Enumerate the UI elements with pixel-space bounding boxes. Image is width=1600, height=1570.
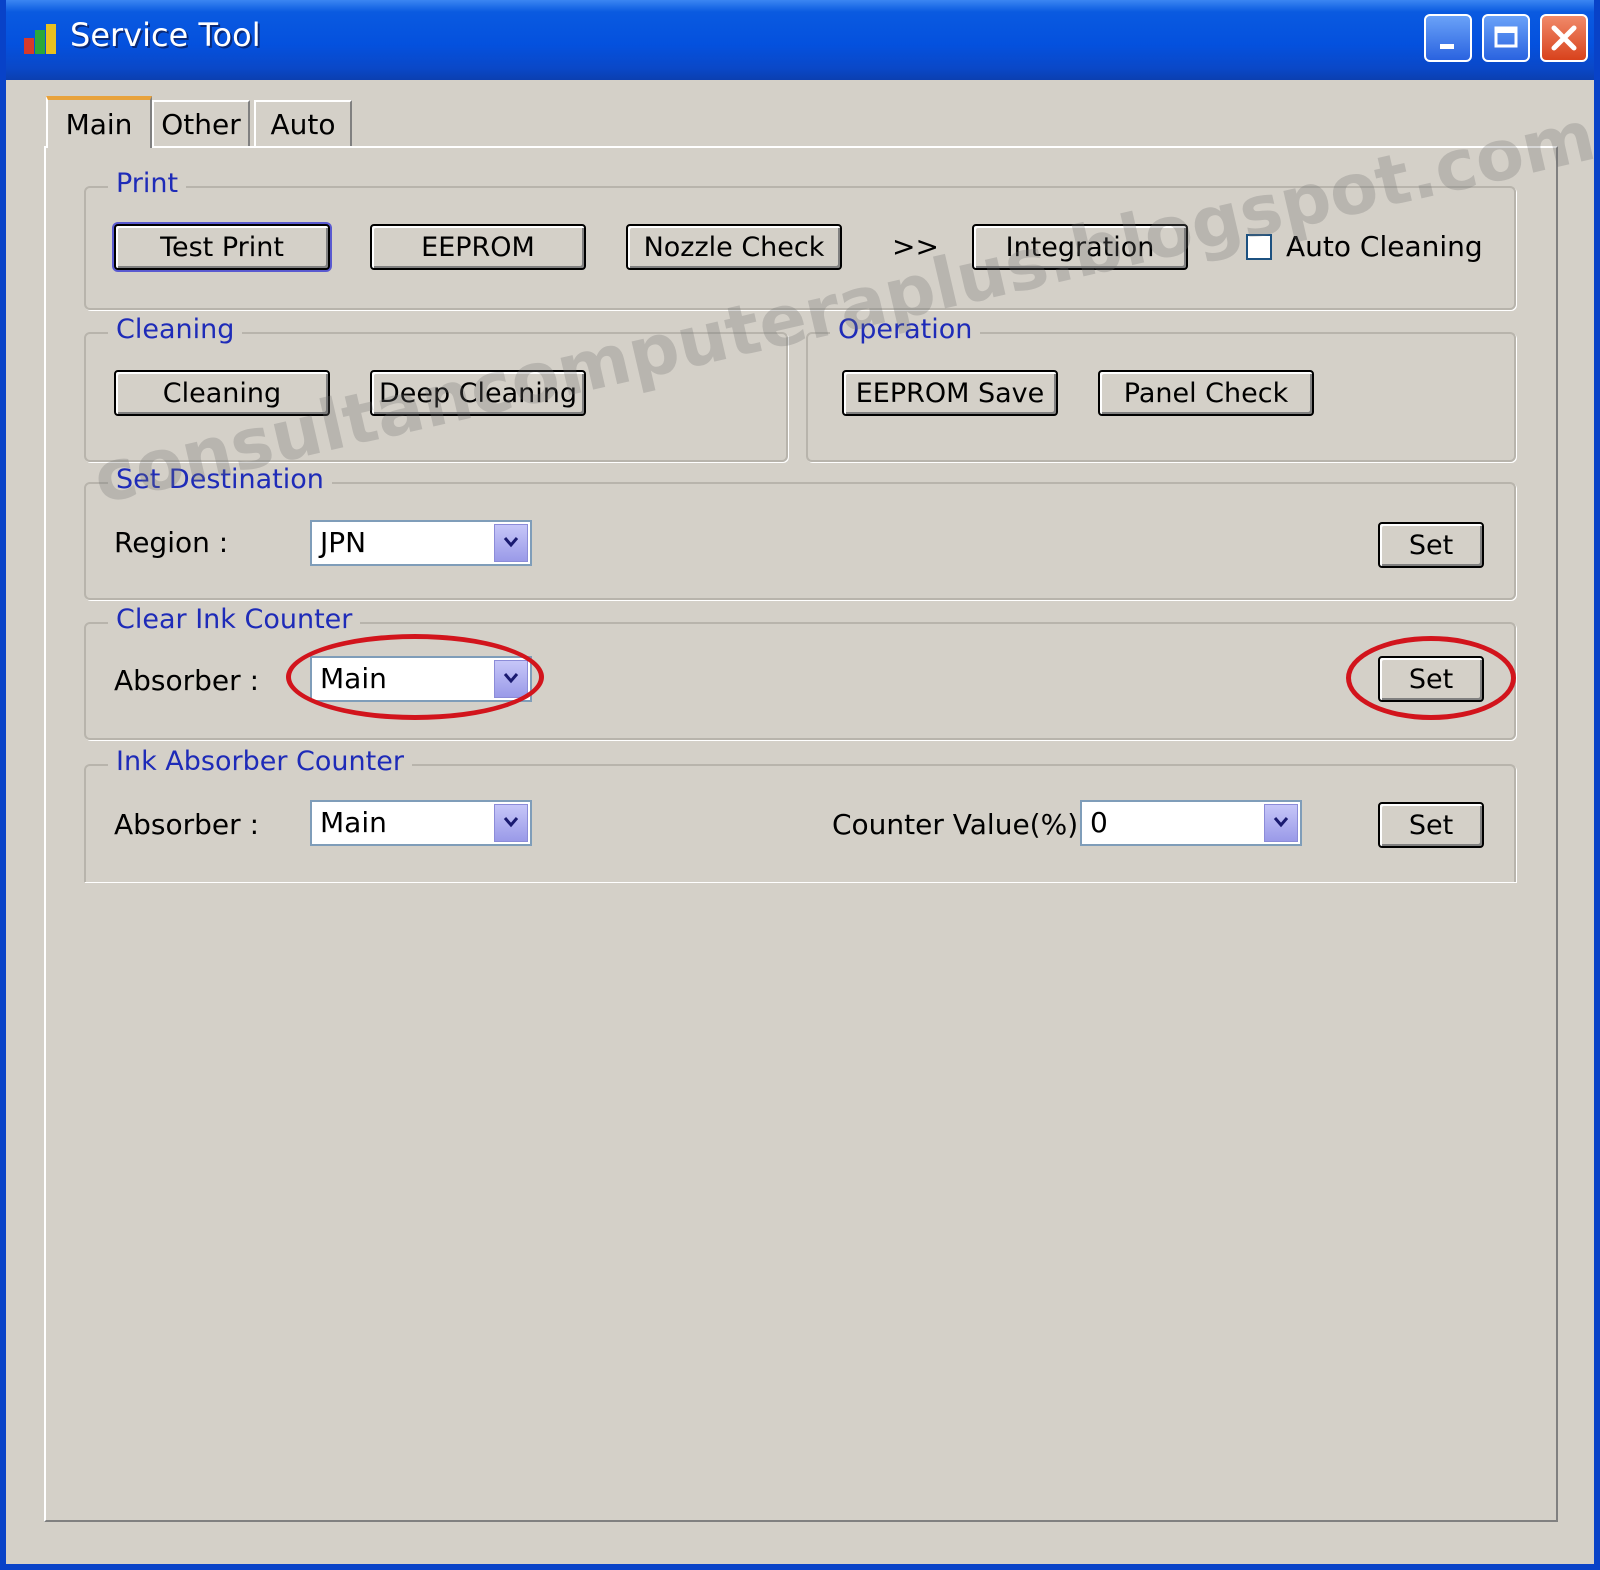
set-destination-label: Set: [1408, 529, 1454, 561]
ink-absorber-counter-set-button[interactable]: Set: [1378, 802, 1484, 848]
deep-cleaning-button[interactable]: Deep Cleaning: [370, 370, 586, 416]
tab-main-label: Main: [65, 107, 133, 141]
region-value: JPN: [320, 526, 367, 559]
tab-auto[interactable]: Auto: [254, 100, 352, 146]
ink-absorber-counter-group-label: Ink Absorber Counter: [108, 746, 412, 777]
maximize-icon: [1494, 26, 1518, 48]
app-icon: [24, 24, 56, 54]
integration-button[interactable]: Integration: [972, 224, 1188, 270]
set-destination-button[interactable]: Set: [1378, 522, 1484, 568]
region-label: Region :: [114, 526, 229, 559]
region-dropdown-button[interactable]: [494, 524, 528, 562]
auto-cleaning-label: Auto Cleaning: [1286, 230, 1483, 263]
clear-absorber-label: Absorber :: [114, 664, 260, 697]
set-destination-group: Set Destination: [84, 464, 1516, 600]
counter-value: 0: [1090, 806, 1108, 839]
counter-value-select[interactable]: 0: [1080, 800, 1302, 846]
highlight-ellipse-set: [1346, 636, 1516, 720]
integration-label: Integration: [1005, 231, 1155, 263]
counter-value-label: Counter Value(%) :: [832, 808, 1097, 841]
clear-ink-counter-group-label: Clear Ink Counter: [108, 604, 361, 635]
panel-check-label: Panel Check: [1123, 377, 1289, 409]
chevron-down-icon: [503, 817, 519, 828]
cleaning-label: Cleaning: [162, 377, 282, 409]
auto-cleaning-checkbox[interactable]: [1246, 234, 1272, 260]
service-tool-window: Service Tool Main Other Auto Print Test …: [0, 0, 1600, 1570]
counter-absorber-value: Main: [320, 806, 387, 839]
window-title: Service Tool: [70, 16, 261, 54]
double-chevron-icon: >>: [892, 230, 939, 263]
panel-check-button[interactable]: Panel Check: [1098, 370, 1314, 416]
counter-absorber-select[interactable]: Main: [310, 800, 532, 846]
operation-group-label: Operation: [830, 314, 981, 345]
close-button[interactable]: [1540, 14, 1588, 62]
tab-other-label: Other: [161, 107, 241, 141]
chevron-down-icon: [1273, 817, 1289, 828]
counter-value-dropdown-button[interactable]: [1264, 804, 1298, 842]
test-print-button[interactable]: Test Print: [114, 224, 330, 270]
minimize-button[interactable]: [1424, 14, 1472, 62]
counter-absorber-dropdown-button[interactable]: [494, 804, 528, 842]
minimize-icon: [1440, 44, 1454, 49]
eeprom-save-button[interactable]: EEPROM Save: [842, 370, 1058, 416]
highlight-ellipse-absorber: [286, 634, 544, 720]
tab-other[interactable]: Other: [152, 100, 250, 146]
maximize-button[interactable]: [1482, 14, 1530, 62]
cleaning-group-label: Cleaning: [108, 314, 243, 345]
ink-absorber-counter-set-label: Set: [1408, 809, 1454, 841]
test-print-label: Test Print: [160, 231, 284, 263]
close-icon: [1551, 25, 1577, 51]
eeprom-button[interactable]: EEPROM: [370, 224, 586, 270]
nozzle-check-button[interactable]: Nozzle Check: [626, 224, 842, 270]
tab-auto-label: Auto: [270, 107, 336, 141]
eeprom-label: EEPROM: [421, 231, 535, 263]
chevron-down-icon: [503, 537, 519, 548]
print-group-label: Print: [108, 168, 187, 199]
deep-cleaning-label: Deep Cleaning: [378, 377, 578, 409]
nozzle-check-label: Nozzle Check: [643, 231, 825, 263]
set-destination-group-label: Set Destination: [108, 464, 332, 495]
cleaning-button[interactable]: Cleaning: [114, 370, 330, 416]
counter-absorber-label: Absorber :: [114, 808, 260, 841]
region-select[interactable]: JPN: [310, 520, 532, 566]
eeprom-save-label: EEPROM Save: [855, 377, 1045, 409]
title-bar[interactable]: Service Tool: [6, 0, 1594, 80]
tab-main[interactable]: Main: [46, 96, 152, 148]
